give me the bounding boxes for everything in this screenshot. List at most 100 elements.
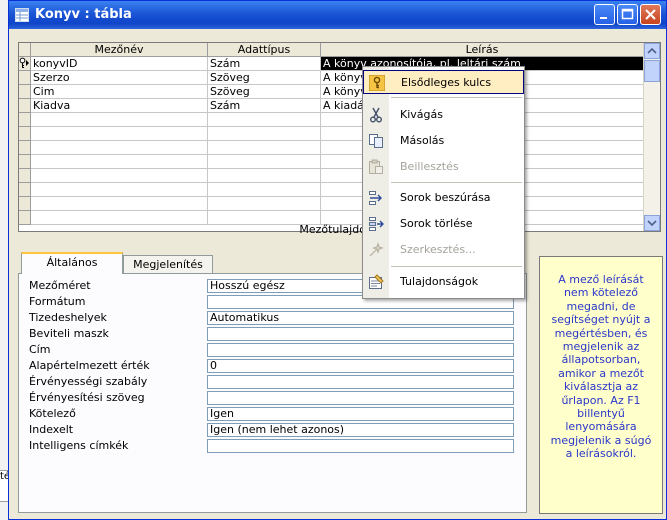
- menu-item-properties[interactable]: Tulajdonságok: [363, 270, 524, 294]
- menu-item-label: Beillesztés: [400, 160, 459, 173]
- maximize-button[interactable]: [617, 4, 638, 25]
- delete-rows-icon: [369, 217, 384, 231]
- empty-cell[interactable]: [31, 169, 208, 183]
- row-selector[interactable]: [19, 183, 31, 197]
- field-name-cell[interactable]: Cim: [31, 85, 208, 99]
- row-selector[interactable]: [19, 169, 31, 183]
- property-label: Intelligens címkék: [29, 439, 129, 452]
- column-header-description[interactable]: Leírás: [321, 43, 644, 57]
- row-selector[interactable]: [19, 99, 31, 113]
- property-value[interactable]: [207, 343, 514, 357]
- data-type-cell[interactable]: Szám: [208, 57, 321, 71]
- property-label: Tizedeshelyek: [29, 311, 107, 324]
- row-selector[interactable]: [19, 85, 31, 99]
- background-strip: [0, 0, 8, 520]
- menu-item-primary-key[interactable]: Elsődleges kulcs: [363, 70, 524, 94]
- menu-item-label: Tulajdonságok: [400, 275, 479, 288]
- build-icon: [369, 242, 384, 257]
- data-type-cell[interactable]: Szám: [208, 99, 321, 113]
- tab-general[interactable]: Általános: [21, 252, 123, 274]
- key-icon: [369, 75, 385, 91]
- empty-cell[interactable]: [208, 183, 321, 197]
- menu-separator: [391, 182, 522, 183]
- property-value[interactable]: 0: [207, 359, 514, 373]
- properties-icon: [369, 274, 384, 289]
- menu-separator: [391, 266, 522, 267]
- empty-cell[interactable]: [31, 155, 208, 169]
- menu-item-cut[interactable]: Kivágás: [363, 103, 524, 127]
- property-label: Indexelt: [29, 423, 74, 436]
- property-value[interactable]: [207, 439, 514, 453]
- insert-rows-icon: [369, 191, 382, 205]
- empty-cell[interactable]: [31, 113, 208, 127]
- key-icon: [19, 57, 29, 68]
- menu-item-label: Másolás: [400, 134, 445, 147]
- close-icon: [645, 9, 656, 20]
- property-value[interactable]: [207, 327, 514, 341]
- property-value[interactable]: Igen (nem lehet azonos): [207, 423, 514, 437]
- empty-cell[interactable]: [31, 141, 208, 155]
- window-title: Konyv : tábla: [35, 7, 132, 22]
- empty-cell[interactable]: [31, 197, 208, 211]
- column-header-data-type[interactable]: Adattípus: [208, 43, 321, 57]
- menu-item-build[interactable]: Szerkesztés...: [363, 238, 524, 262]
- grid-vertical-scrollbar[interactable]: [643, 43, 660, 231]
- empty-cell[interactable]: [208, 113, 321, 127]
- property-label: Formátum: [29, 295, 86, 308]
- scroll-down-button[interactable]: [644, 215, 660, 231]
- scroll-up-button[interactable]: [644, 43, 660, 59]
- property-label: Érvényességi szabály: [29, 375, 148, 388]
- row-selector[interactable]: [19, 155, 31, 169]
- property-value[interactable]: Automatikus: [207, 311, 514, 325]
- field-name-cell[interactable]: Kiadva: [31, 99, 208, 113]
- row-selector[interactable]: [19, 127, 31, 141]
- close-button[interactable]: [640, 4, 661, 25]
- property-label: Alapértelmezett érték: [29, 359, 150, 372]
- field-name-cell[interactable]: konyvID: [31, 57, 208, 71]
- property-label: Érvényesítési szöveg: [29, 391, 145, 404]
- menu-item-copy[interactable]: Másolás: [363, 129, 524, 153]
- tab-lookup[interactable]: Megjelenítés: [123, 255, 213, 275]
- data-type-cell[interactable]: Szöveg: [208, 71, 321, 85]
- paste-icon: [369, 159, 383, 174]
- field-name-cell[interactable]: Szerzo: [31, 71, 208, 85]
- grid-corner: [19, 43, 31, 57]
- empty-cell[interactable]: [31, 127, 208, 141]
- menu-item-label: Szerkesztés...: [400, 243, 476, 256]
- title-bar[interactable]: Konyv : tábla: [9, 1, 666, 29]
- empty-cell[interactable]: [208, 155, 321, 169]
- row-selector[interactable]: [19, 211, 31, 225]
- property-value[interactable]: Igen: [207, 407, 514, 421]
- property-label: Mezőméret: [29, 279, 91, 292]
- row-selector[interactable]: [19, 197, 31, 211]
- scroll-thumb[interactable]: [644, 60, 660, 82]
- menu-separator: [391, 97, 522, 98]
- menu-item-insert-rows[interactable]: Sorok beszúrása: [363, 186, 524, 210]
- row-selector[interactable]: [19, 141, 31, 155]
- menu-item-label: Kivágás: [400, 108, 443, 121]
- menu-item-label: Sorok beszúrása: [400, 191, 491, 204]
- chevron-down-icon: [647, 220, 657, 227]
- empty-cell[interactable]: [31, 211, 208, 225]
- empty-cell[interactable]: [208, 127, 321, 141]
- menu-icon-gutter: [363, 67, 389, 298]
- empty-cell[interactable]: [208, 141, 321, 155]
- data-type-cell[interactable]: Szöveg: [208, 85, 321, 99]
- chevron-up-icon: [647, 47, 657, 54]
- row-selector[interactable]: [19, 71, 31, 85]
- empty-cell[interactable]: [208, 197, 321, 211]
- property-label: Beviteli maszk: [29, 327, 109, 340]
- column-header-field-name[interactable]: Mezőnév: [31, 43, 208, 57]
- property-value[interactable]: [207, 391, 514, 405]
- row-selector[interactable]: [19, 113, 31, 127]
- minimize-button[interactable]: [594, 4, 615, 25]
- menu-item-delete-rows[interactable]: Sorok törlése: [363, 212, 524, 236]
- menu-item-paste[interactable]: Beillesztés: [363, 155, 524, 179]
- empty-cell[interactable]: [31, 183, 208, 197]
- primary-key-indicator: [19, 57, 31, 71]
- minimize-icon: [600, 17, 607, 19]
- property-value[interactable]: [207, 375, 514, 389]
- property-label: Cím: [29, 343, 51, 356]
- empty-cell[interactable]: [208, 169, 321, 183]
- table-icon: [15, 8, 29, 22]
